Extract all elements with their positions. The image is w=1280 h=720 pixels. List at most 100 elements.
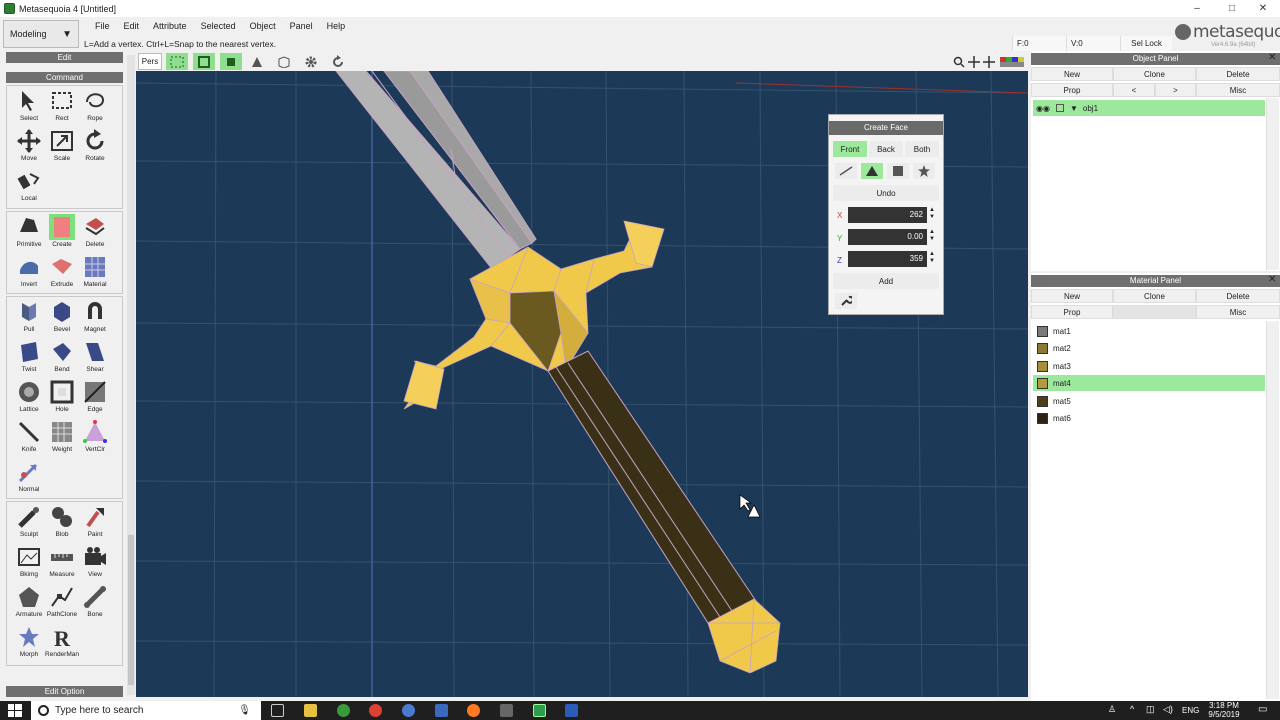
z-field[interactable]: 359	[848, 251, 927, 267]
pan-icon[interactable]	[967, 53, 981, 70]
firefox-icon[interactable]	[467, 704, 480, 717]
y-field[interactable]: 0.00	[848, 229, 927, 245]
y-stepper[interactable]: ▲ ▼	[929, 229, 935, 243]
face-mode-icon[interactable]	[220, 53, 242, 70]
file-explorer-icon[interactable]	[304, 704, 317, 717]
cube-icon[interactable]	[273, 53, 295, 70]
move-view-icon[interactable]	[982, 53, 996, 70]
chrome-icon[interactable]	[369, 704, 382, 717]
tool-renderman[interactable]: R RenderMan	[45, 624, 79, 662]
gear-icon[interactable]	[300, 53, 322, 70]
vertex-mode-icon[interactable]	[166, 53, 188, 70]
sel-lock-button[interactable]: Sel Lock	[1120, 36, 1172, 51]
material-row[interactable]: mat2	[1033, 340, 1265, 356]
left-panel-scrollbar[interactable]	[127, 55, 135, 695]
object-list-scrollbar[interactable]	[1266, 98, 1279, 270]
material-clone-button[interactable]: Clone	[1113, 289, 1196, 303]
material-row[interactable]: mat6	[1033, 410, 1265, 426]
people-icon[interactable]: ♙	[1108, 704, 1116, 715]
tool-delete[interactable]: Delete	[79, 214, 111, 252]
tool-view[interactable]: View	[79, 544, 111, 582]
menu-object[interactable]: Object	[243, 19, 283, 33]
tool-twist[interactable]: Twist	[13, 339, 45, 377]
tool-extrude[interactable]: Extrude	[46, 254, 78, 292]
tool-magnet[interactable]: Magnet	[79, 299, 111, 337]
windows-start-icon[interactable]	[8, 704, 22, 720]
close-window-button[interactable]: ✕	[1246, 0, 1280, 17]
tool-pathclone[interactable]: PathClone	[46, 584, 78, 622]
material-misc-button[interactable]: Misc	[1196, 305, 1280, 319]
tool-select[interactable]: Select	[13, 88, 45, 126]
material-prop-button[interactable]: Prop	[1031, 305, 1113, 319]
minimize-button[interactable]: –	[1180, 0, 1214, 17]
add-button[interactable]: Add	[833, 273, 939, 289]
tool-create[interactable]: Create	[46, 214, 78, 252]
color-palette-icon[interactable]	[998, 53, 1026, 70]
taskbar-search[interactable]: Type here to search 🎙	[31, 701, 261, 720]
language-indicator[interactable]: ENG	[1182, 706, 1199, 715]
tool-scale[interactable]: Scale	[46, 128, 78, 166]
tool-move[interactable]: Move	[13, 128, 45, 166]
tool-paint[interactable]: Paint	[79, 504, 111, 542]
tool-hole[interactable]: Hole	[46, 379, 78, 417]
material-row[interactable]: mat3	[1033, 358, 1265, 374]
undo-button[interactable]: Undo	[833, 185, 939, 201]
material-list-scrollbar[interactable]	[1266, 321, 1279, 699]
tool-rotate[interactable]: Rotate	[79, 128, 111, 166]
material-new-button[interactable]: New	[1031, 289, 1113, 303]
triangle-shape-icon[interactable]	[861, 163, 883, 179]
tool-bevel[interactable]: Bevel	[46, 299, 78, 337]
microphone-icon[interactable]: 🎙	[238, 705, 251, 716]
tool-blob[interactable]: Blob	[46, 504, 78, 542]
object-delete-button[interactable]: Delete	[1196, 67, 1280, 81]
volume-icon[interactable]: ◁)	[1163, 704, 1173, 715]
object-next-button[interactable]: >	[1155, 83, 1196, 97]
tool-primitive[interactable]: Primitive	[13, 214, 45, 252]
x-field[interactable]: 262	[848, 207, 927, 223]
tool-edge[interactable]: Edge	[79, 379, 111, 417]
tool-invert[interactable]: Invert	[13, 254, 45, 292]
wireframe-icon[interactable]	[246, 53, 268, 70]
tool-material[interactable]: Material	[79, 254, 111, 292]
edit-header[interactable]: Edit	[6, 52, 123, 63]
menu-selected[interactable]: Selected	[194, 19, 243, 33]
tool-bend[interactable]: Bend	[46, 339, 78, 377]
tool-normal[interactable]: Normal	[13, 459, 45, 497]
edit-option-header[interactable]: Edit Option	[6, 686, 123, 697]
app-icon-circle[interactable]	[435, 704, 448, 717]
menu-file[interactable]: File	[88, 19, 117, 33]
metasequoia-taskbar-icon[interactable]	[533, 704, 546, 717]
tool-vertclr[interactable]: VertClr	[79, 419, 111, 457]
tool-pull[interactable]: Pull	[13, 299, 45, 337]
object-prop-button[interactable]: Prop	[1031, 83, 1113, 97]
tool-sculpt[interactable]: Sculpt	[13, 504, 45, 542]
material-delete-button[interactable]: Delete	[1196, 289, 1280, 303]
menu-panel[interactable]: Panel	[283, 19, 320, 33]
word-icon[interactable]	[565, 704, 578, 717]
menu-help[interactable]: Help	[320, 19, 353, 33]
menu-attribute[interactable]: Attribute	[146, 19, 194, 33]
wrench-icon[interactable]	[835, 293, 857, 309]
mode-select[interactable]: Modeling ▼	[3, 20, 79, 48]
tool-shear[interactable]: Shear	[79, 339, 111, 377]
refresh-icon[interactable]	[327, 53, 349, 70]
tool-armature[interactable]: Armature	[13, 584, 45, 622]
close-icon[interactable]: ✕	[1268, 274, 1276, 285]
tool-bkimg[interactable]: Bkimg	[13, 544, 45, 582]
tray-chevron-icon[interactable]: ^	[1130, 704, 1134, 714]
app-icon-gray[interactable]	[500, 704, 513, 717]
maximize-button[interactable]: □	[1215, 0, 1249, 17]
network-icon[interactable]: ◫	[1146, 704, 1155, 715]
object-new-button[interactable]: New	[1031, 67, 1113, 81]
tool-measure[interactable]: Measure	[46, 544, 78, 582]
object-misc-button[interactable]: Misc	[1196, 83, 1280, 97]
quad-shape-icon[interactable]	[887, 163, 909, 179]
object-clone-button[interactable]: Clone	[1113, 67, 1196, 81]
material-row[interactable]: mat1	[1033, 323, 1265, 339]
object-row[interactable]: ◉◉ ▼ obj1	[1033, 100, 1265, 116]
tool-morph[interactable]: Morph	[13, 624, 45, 662]
tab-both[interactable]: Both	[905, 141, 939, 157]
line-shape-icon[interactable]	[835, 163, 857, 179]
projection-button[interactable]: Pers	[138, 53, 162, 70]
chevron-down-icon[interactable]: ▼	[1070, 104, 1078, 113]
